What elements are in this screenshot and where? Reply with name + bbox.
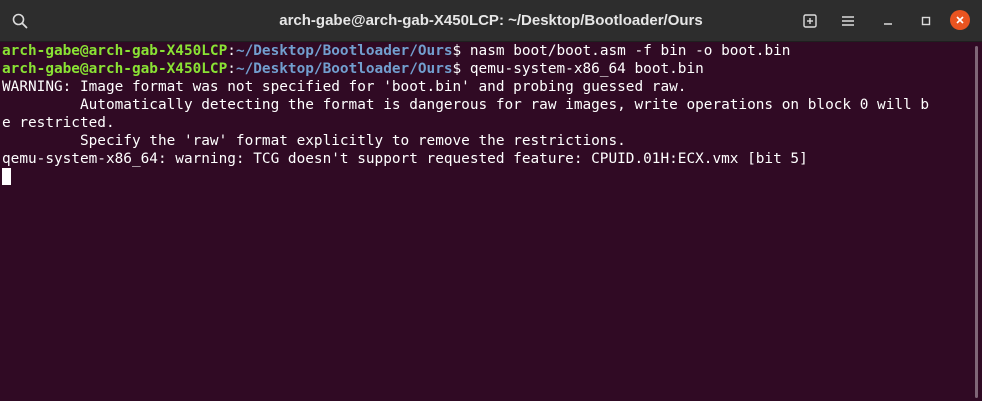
cursor-line	[2, 168, 970, 186]
output-line: Specify the 'raw' format explicitly to r…	[2, 133, 626, 149]
new-tab-icon[interactable]	[798, 9, 822, 33]
output-line: qemu-system-x86_64: warning: TCG doesn't…	[2, 151, 808, 167]
scrollbar[interactable]	[970, 42, 982, 401]
text-cursor	[2, 168, 11, 185]
prompt-path: ~/Desktop/Bootloader/Ours	[235, 43, 453, 59]
scrollbar-thumb[interactable]	[975, 46, 978, 398]
prompt-separator: :	[227, 61, 236, 77]
command-text: nasm boot/boot.asm -f bin -o boot.bin	[469, 43, 791, 59]
terminal-window: arch-gabe@arch-gab-X450LCP: ~/Desktop/Bo…	[0, 0, 982, 401]
prompt-symbol: $	[452, 61, 470, 77]
hamburger-menu-icon[interactable]	[836, 9, 860, 33]
maximize-icon[interactable]	[914, 9, 938, 33]
title-bar: arch-gabe@arch-gab-X450LCP: ~/Desktop/Bo…	[0, 0, 982, 42]
close-icon	[956, 16, 964, 24]
output-line: Automatically detecting the format is da…	[2, 97, 930, 113]
prompt-line-1: arch-gabe@arch-gab-X450LCP:~/Desktop/Boo…	[2, 42, 970, 60]
minimize-icon[interactable]	[876, 9, 900, 33]
prompt-line-2: arch-gabe@arch-gab-X450LCP:~/Desktop/Boo…	[2, 60, 970, 78]
output-line: e restricted.	[2, 115, 115, 131]
close-button[interactable]	[950, 10, 970, 30]
prompt-user: arch-gabe@arch-gab-X450LCP	[2, 61, 228, 77]
prompt-separator: :	[227, 43, 236, 59]
command-text: qemu-system-x86_64 boot.bin	[469, 61, 704, 77]
terminal-output[interactable]: arch-gabe@arch-gab-X450LCP:~/Desktop/Boo…	[0, 42, 970, 401]
prompt-symbol: $	[452, 43, 470, 59]
output-line: WARNING: Image format was not specified …	[2, 79, 687, 95]
prompt-path: ~/Desktop/Bootloader/Ours	[235, 61, 453, 77]
prompt-user: arch-gabe@arch-gab-X450LCP	[2, 43, 228, 59]
window-title: arch-gabe@arch-gab-X450LCP: ~/Desktop/Bo…	[279, 12, 703, 29]
